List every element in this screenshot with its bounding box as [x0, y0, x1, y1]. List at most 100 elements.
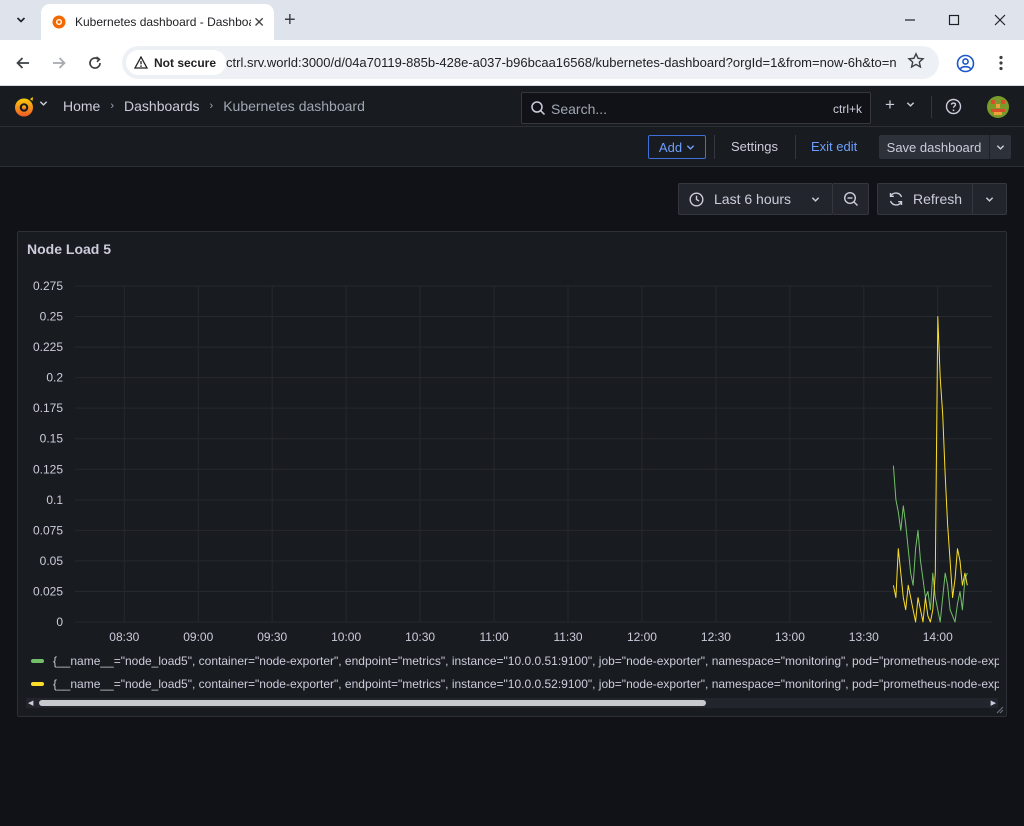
y-tick-label: 0.225: [33, 340, 63, 354]
chevron-right-icon: ›: [110, 100, 115, 112]
time-range-label: Last 6 hours: [714, 191, 792, 207]
time-range-picker[interactable]: Last 6 hours: [678, 183, 833, 215]
y-tick-label: 0: [56, 615, 63, 629]
chevron-down-icon[interactable]: [906, 100, 915, 109]
legend-label: {__name__="node_load5", container="node-…: [53, 653, 999, 668]
forward-button[interactable]: [47, 51, 71, 75]
url-text[interactable]: ctrl.srv.world:3000/d/04a70119-885b-428e…: [226, 55, 896, 70]
chevron-right-icon: ›: [209, 100, 214, 112]
breadcrumb-dashboards[interactable]: Dashboards: [124, 98, 200, 114]
x-tick-label: 14:00: [923, 630, 953, 644]
chevron-down-icon[interactable]: [39, 99, 48, 108]
browser-tab-strip: Kubernetes dashboard - Dashboards - Graf…: [0, 0, 1024, 40]
browser-toolbar: Not secure ctrl.srv.world:3000/d/04a7011…: [0, 40, 1024, 86]
node-load-panel[interactable]: 0.275 0.25 0.225 0.2 0.175 0.15 0.125 0.1 0.075 0…: [17, 231, 1007, 717]
warning-triangle-icon: [134, 56, 148, 69]
panel-title: Node Load 5: [27, 241, 112, 257]
x-tick-label: 08:30: [109, 630, 139, 644]
clock-icon: [689, 191, 704, 207]
refresh-label: Refresh: [913, 191, 963, 207]
search-shortcut: ctrl+k: [832, 102, 862, 116]
breadcrumb-current: Kubernetes dashboard: [223, 98, 365, 114]
tab-title: Kubernetes dashboard - Dashboards - Graf…: [75, 15, 251, 29]
tab-close-icon[interactable]: ✕: [253, 14, 265, 31]
arrow-right-icon: [53, 57, 66, 69]
grafana-header: Home › Dashboards › Kubernetes dashboard…: [0, 86, 1024, 127]
legend-swatch: [31, 658, 44, 663]
divider: [714, 135, 715, 159]
save-dashboard-button[interactable]: Save dashboard: [879, 135, 989, 159]
refresh-icon: [889, 192, 903, 206]
y-tick-label: 0.275: [33, 279, 63, 293]
resize-handle-icon[interactable]: [996, 706, 1004, 714]
legend-item[interactable]: {__name__="node_load5", container="node-…: [31, 653, 999, 673]
zoom-out-button[interactable]: [833, 183, 869, 215]
y-tick-label: 0.15: [40, 432, 64, 446]
dashboard-edit-toolbar: Add Settings Exit edit Save dashboard: [0, 127, 1024, 167]
save-options-button[interactable]: [989, 135, 1011, 159]
y-tick-label: 0.075: [33, 523, 63, 537]
grafana-logo-icon[interactable]: [12, 95, 36, 119]
y-tick-label: 0.175: [33, 401, 63, 415]
x-tick-label: 09:30: [257, 630, 287, 644]
x-tick-label: 13:00: [775, 630, 805, 644]
y-tick-label: 0.25: [40, 310, 64, 324]
search-placeholder: Search...: [551, 101, 608, 117]
legend-swatch: [31, 681, 44, 686]
x-tick-label: 10:30: [405, 630, 435, 644]
chevron-down-icon: [985, 196, 994, 202]
minimize-icon: [905, 19, 915, 21]
reload-icon: [89, 56, 101, 69]
back-button[interactable]: [11, 51, 35, 75]
browser-menu-button[interactable]: [989, 51, 1013, 75]
security-chip[interactable]: Not secure: [126, 50, 227, 75]
legend-item[interactable]: {__name__="node_load5", container="node-…: [31, 676, 999, 696]
chevron-down-icon: [686, 144, 695, 150]
address-bar[interactable]: Not secure ctrl.srv.world:3000/d/04a7011…: [122, 46, 939, 79]
breadcrumb-home[interactable]: Home: [63, 98, 100, 114]
x-tick-label: 12:30: [701, 630, 731, 644]
reload-button[interactable]: [83, 51, 107, 75]
scroll-left-icon[interactable]: ◀: [28, 699, 33, 707]
scrollbar-thumb[interactable]: [39, 700, 706, 706]
exit-edit-button[interactable]: Exit edit: [811, 139, 857, 154]
bookmark-star-icon[interactable]: [907, 52, 925, 70]
legend-label: {__name__="node_load5", container="node-…: [53, 676, 999, 691]
minimize-button[interactable]: [898, 8, 922, 32]
x-tick-label: 12:00: [627, 630, 657, 644]
profile-button[interactable]: [953, 51, 977, 75]
new-tab-button[interactable]: +: [284, 9, 296, 32]
add-button[interactable]: Add: [648, 135, 706, 159]
series-line-1: [892, 465, 968, 623]
close-icon: [994, 14, 1006, 26]
more-vertical-icon: [999, 55, 1003, 71]
refresh-button[interactable]: Refresh: [877, 183, 973, 215]
new-plus-icon[interactable]: +: [885, 95, 895, 115]
security-label: Not secure: [154, 55, 217, 70]
add-label: Add: [658, 139, 683, 155]
x-tick-label: 10:00: [331, 630, 361, 644]
y-tick-label: 0.125: [33, 462, 63, 476]
tab-search-button[interactable]: [9, 8, 33, 32]
close-window-button[interactable]: [988, 8, 1012, 32]
avatar[interactable]: [987, 96, 1009, 118]
divider: [931, 96, 932, 118]
help-icon[interactable]: [945, 98, 962, 115]
chevron-down-icon: [811, 197, 820, 202]
timeseries-chart: 0.275 0.25 0.225 0.2 0.175 0.15 0.125 0.1 0.075 0…: [33, 279, 992, 644]
x-tick-label: 13:30: [849, 630, 879, 644]
refresh-interval-button[interactable]: [973, 183, 1007, 215]
y-tick-label: 0.1: [46, 493, 63, 507]
search-input[interactable]: Search... ctrl+k: [521, 92, 871, 124]
x-tick-label: 11:30: [553, 630, 582, 644]
arrow-left-icon: [16, 57, 29, 69]
maximize-icon: [948, 14, 960, 26]
breadcrumb: Home › Dashboards › Kubernetes dashboard: [63, 98, 365, 114]
divider: [795, 135, 796, 159]
maximize-button[interactable]: [942, 8, 966, 32]
legend-scrollbar[interactable]: ◀ ▶: [26, 698, 998, 708]
browser-tab[interactable]: Kubernetes dashboard - Dashboards - Graf…: [41, 4, 274, 40]
chevron-down-icon: [996, 144, 1005, 150]
y-tick-label: 0.2: [46, 371, 63, 385]
settings-button[interactable]: Settings: [731, 139, 778, 154]
